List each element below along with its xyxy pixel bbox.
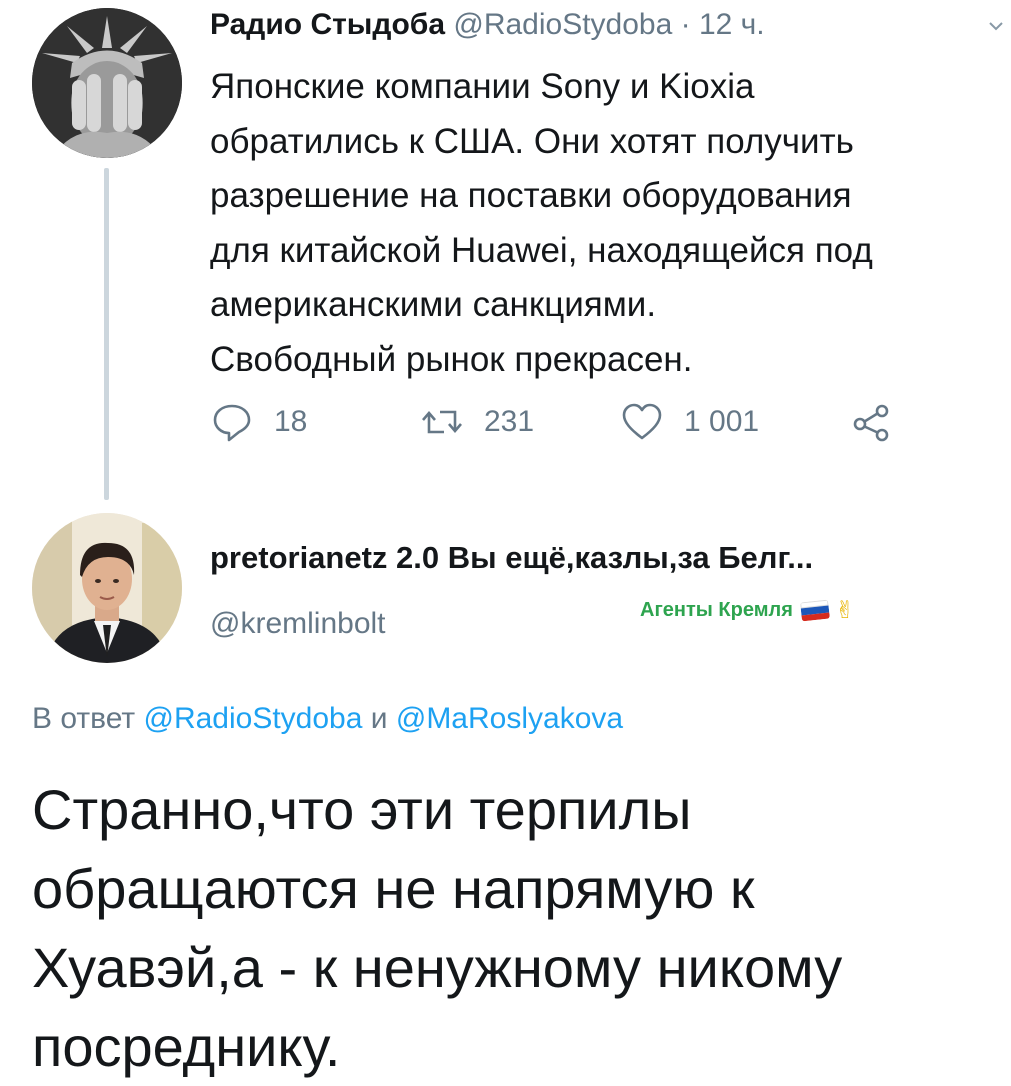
reply-author-handle[interactable]: @kremlinbolt [210, 607, 386, 641]
author-name[interactable]: Радио Стыдоба [210, 8, 445, 41]
tweet-text-line: для китайской Huawei, находящейся под [210, 230, 873, 270]
in-reply-prefix: В ответ [32, 702, 136, 735]
tweet-text-line: Свободный рынок прекрасен. [210, 339, 693, 379]
original-tweet[interactable]: Радио Стыдоба @RadioStydoba · 12 ч. Япон… [0, 0, 1011, 500]
reply-text-line: Странно,что эти терпилы [32, 778, 692, 841]
mention-link[interactable]: @MaRoslyakova [396, 702, 623, 735]
retweet-count: 231 [484, 405, 535, 438]
reply-count: 18 [274, 405, 308, 438]
chevron-down-icon[interactable] [989, 14, 1003, 37]
share-icon [853, 404, 889, 442]
like-button[interactable]: 1 001 [620, 400, 759, 444]
like-count: 1 001 [684, 405, 760, 438]
reply-text-line: посреднику. [32, 1015, 341, 1078]
tweet-header: Радио Стыдоба @RadioStydoba · 12 ч. [210, 8, 765, 42]
man-portrait-icon [32, 513, 182, 663]
header-separator: · [680, 8, 691, 41]
comment-icon [213, 404, 251, 442]
tweet-actions: 18 231 1 001 [210, 400, 930, 460]
reply-author-name[interactable]: pretorianetz 2.0 Вы ещё,казлы,за Белг... [210, 540, 1000, 576]
reply-text-line: обращаются не напрямую к [32, 857, 755, 920]
author-avatar[interactable] [32, 8, 182, 158]
reply-text-line: Хуавэй,а - к ненужному никому [32, 936, 843, 999]
retweet-icon [422, 410, 462, 434]
victory-hand-icon: ✌ [834, 597, 855, 624]
author-handle[interactable]: @RadioStydoba [453, 8, 672, 41]
in-reply-and: и [370, 702, 388, 735]
heart-icon [622, 403, 662, 440]
tweet-text-line: американскими санкциями. [210, 285, 657, 324]
in-reply-to-line: В ответ @RadioStydoba и @MaRoslyakova [32, 702, 623, 736]
tweet-text-line: разрешение на поставки оборудования [210, 176, 852, 215]
tweet-text: Японские компании Sony и Kioxia обратили… [210, 60, 1000, 387]
profile-badge: Агенты Кремля ✌ [640, 596, 855, 625]
badge-text: Агенты Кремля [640, 599, 793, 621]
thread-connector-line [104, 168, 109, 500]
russian-flag-icon [799, 599, 830, 622]
statue-facepalm-icon [32, 8, 182, 158]
reply-button[interactable]: 18 [210, 400, 307, 444]
tweet-text-line: Японские компании Sony и Kioxia [210, 67, 755, 106]
tweet-time[interactable]: 12 ч. [699, 8, 765, 41]
reply-text: Странно,что эти терпилы обращаются не на… [32, 770, 992, 1086]
reply-author-avatar[interactable] [32, 513, 182, 663]
retweet-button[interactable]: 231 [420, 400, 534, 444]
mention-link[interactable]: @RadioStydoba [143, 702, 362, 735]
tweet-text-line: обратились к США. Они хотят получить [210, 121, 854, 161]
share-button[interactable] [850, 400, 914, 444]
